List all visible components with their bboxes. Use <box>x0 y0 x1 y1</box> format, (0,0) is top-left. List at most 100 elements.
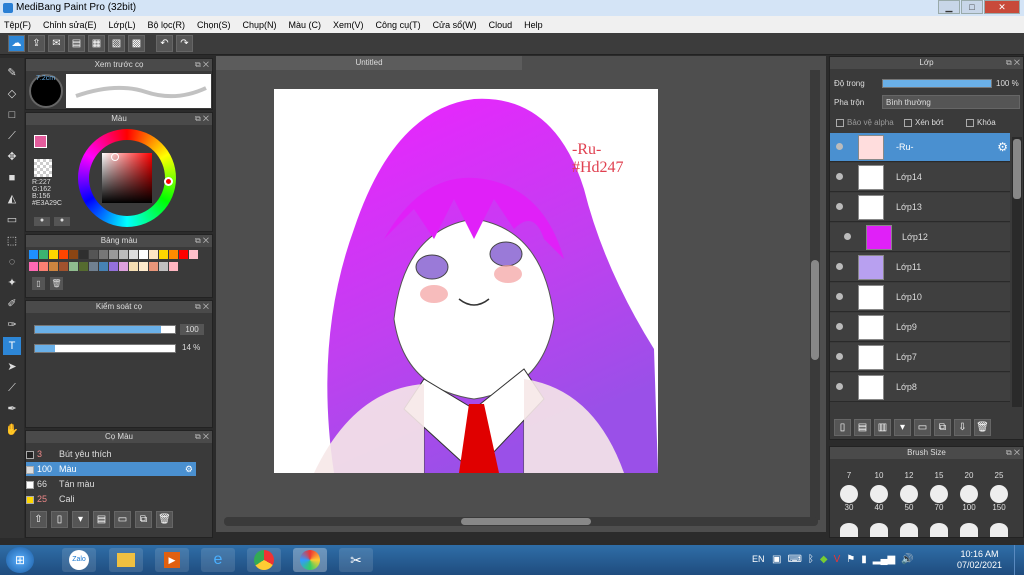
document-tab[interactable]: Untitled <box>216 56 522 70</box>
palette-swatch[interactable] <box>119 262 128 271</box>
gear-icon[interactable]: ⚙ <box>997 140 1008 154</box>
text-tool-icon[interactable]: T <box>3 337 21 355</box>
palette-delete-icon[interactable]: 🗑 <box>50 277 63 290</box>
bucket-tool-icon[interactable]: ◭ <box>3 190 21 208</box>
show-desktop-button[interactable] <box>1014 545 1024 575</box>
palette-swatch[interactable] <box>99 250 108 259</box>
layer-scrollbar[interactable] <box>1012 137 1022 407</box>
select-pen-icon[interactable]: ✐ <box>3 295 21 313</box>
gradient-tool-icon[interactable]: ▭ <box>3 211 21 229</box>
palette-swatch[interactable] <box>119 250 128 259</box>
layer-item[interactable]: Lớp8 <box>830 373 1010 402</box>
volume-icon[interactable]: 🔊 <box>901 554 913 565</box>
clipping-checkbox[interactable]: Xén bớt <box>904 118 943 127</box>
add-layer-menu-icon[interactable]: ▾ <box>894 419 911 436</box>
new-8bit-layer-icon[interactable]: ▥ <box>874 419 891 436</box>
merge-down-icon[interactable]: ⇩ <box>954 419 971 436</box>
size-option[interactable]: 20 <box>954 461 984 480</box>
select-eraser-icon[interactable]: ✑ <box>3 316 21 334</box>
media-player-icon[interactable]: ▶ <box>155 548 189 572</box>
palette-swatch[interactable] <box>69 250 78 259</box>
horizontal-scrollbar[interactable] <box>224 517 818 526</box>
menu-edit[interactable]: Chỉnh sửa(E) <box>43 20 97 30</box>
gear-icon[interactable]: ⚙ <box>185 462 193 476</box>
layer-item[interactable]: Lớp7 <box>830 343 1010 372</box>
internet-explorer-icon[interactable]: e <box>201 548 235 572</box>
transparent-color[interactable] <box>34 159 52 177</box>
menu-snap[interactable]: Chụp(N) <box>243 20 277 30</box>
foreground-color[interactable] <box>34 135 47 148</box>
menu-filter[interactable]: Bộ lọc(R) <box>147 20 185 30</box>
bluetooth-icon[interactable]: ᛒ <box>808 554 814 565</box>
palette-swatch[interactable] <box>49 250 58 259</box>
size-option[interactable]: 12 <box>894 461 924 480</box>
eraser-tool-icon[interactable]: ◇ <box>3 85 21 103</box>
size-option[interactable]: 150 <box>984 485 1014 512</box>
palette-swatch[interactable] <box>39 262 48 271</box>
layer-opacity-slider[interactable] <box>882 79 992 88</box>
palette-swatch[interactable] <box>179 250 188 259</box>
trash-icon[interactable]: 🗑 <box>156 511 173 528</box>
dot-tool-icon[interactable]: ⟋ <box>3 127 21 145</box>
lasso-tool-icon[interactable]: ◌ <box>3 253 21 271</box>
palette-swatch[interactable] <box>79 262 88 271</box>
export-icon[interactable]: ⇪ <box>28 35 45 52</box>
new-layer-icon[interactable]: ▯ <box>834 419 851 436</box>
eye-icon[interactable] <box>836 383 843 390</box>
folder-icon[interactable]: ▭ <box>114 511 131 528</box>
palette-swatch[interactable] <box>49 262 58 271</box>
size-option[interactable]: 50 <box>894 485 924 512</box>
page-icon[interactable]: ▦ <box>88 35 105 52</box>
hand-tool-icon[interactable]: ✋ <box>3 421 21 439</box>
duplicate-icon[interactable]: ⧉ <box>135 511 152 528</box>
color-wheel[interactable] <box>78 129 176 227</box>
layer-item[interactable]: Lớp14 <box>830 163 1010 192</box>
flag-icon[interactable]: ⚑ <box>846 554 855 565</box>
trash-icon[interactable]: 🗑 <box>974 419 991 436</box>
color-mode-button[interactable]: ● <box>34 217 50 226</box>
eye-icon[interactable] <box>836 263 843 270</box>
new-halftone-layer-icon[interactable]: ▤ <box>854 419 871 436</box>
file-explorer-icon[interactable] <box>109 548 143 572</box>
layer-item[interactable]: Lớp11 <box>830 253 1010 282</box>
palette-swatch[interactable] <box>149 262 158 271</box>
palette-swatch[interactable] <box>109 250 118 259</box>
palette-swatch[interactable] <box>129 250 138 259</box>
chrome-icon[interactable] <box>247 548 281 572</box>
eyedropper-icon[interactable]: ✒ <box>3 400 21 418</box>
palette-swatch[interactable] <box>29 250 38 259</box>
panel-close-icon[interactable]: ⧉ ✕ <box>1006 57 1020 69</box>
layer-item[interactable]: -Ru- ⚙ <box>830 133 1010 162</box>
panel-close-icon[interactable]: ⧉ ✕ <box>195 113 209 125</box>
brush-item[interactable]: 25 Cali <box>26 492 196 506</box>
comment-icon[interactable]: ✉ <box>48 35 65 52</box>
palette-swatch[interactable] <box>39 250 48 259</box>
panel-close-icon[interactable]: ⧉ ✕ <box>195 59 209 71</box>
size-option[interactable]: 7 <box>834 461 864 480</box>
panel-close-icon[interactable]: ⧉ ✕ <box>195 301 209 313</box>
eye-icon[interactable] <box>844 233 851 240</box>
size-option[interactable]: 30 <box>834 485 864 512</box>
menu-help[interactable]: Help <box>524 20 543 30</box>
lock-checkbox[interactable]: Khóa <box>966 118 996 127</box>
antivirus-icon[interactable]: V <box>834 554 841 565</box>
menu-layer[interactable]: Lớp(L) <box>109 20 136 30</box>
eye-icon[interactable] <box>836 353 843 360</box>
brush-item[interactable]: 66 Tán màu <box>26 477 196 491</box>
magic-wand-icon[interactable]: ✦ <box>3 274 21 292</box>
palette-swatch[interactable] <box>189 250 198 259</box>
eye-icon[interactable] <box>836 173 843 180</box>
snipping-tool-icon[interactable]: ✂ <box>339 548 373 572</box>
eye-icon[interactable] <box>836 143 843 150</box>
palette-add-icon[interactable]: ▯ <box>32 277 45 290</box>
cloud-icon[interactable]: ☁ <box>8 35 25 52</box>
move-tool-icon[interactable]: ✥ <box>3 148 21 166</box>
signal-icon[interactable]: ▂▄▆ <box>873 554 895 565</box>
menu-cloud[interactable]: Cloud <box>489 20 513 30</box>
notification-icon[interactable]: ▣ <box>772 554 781 565</box>
medibang-icon[interactable] <box>293 548 327 572</box>
material-icon[interactable]: ▧ <box>108 35 125 52</box>
add-brush-icon[interactable]: ▾ <box>72 511 89 528</box>
rectangle-tool-icon[interactable]: □ <box>3 106 21 124</box>
layer-item[interactable]: Lớp13 <box>830 193 1010 222</box>
